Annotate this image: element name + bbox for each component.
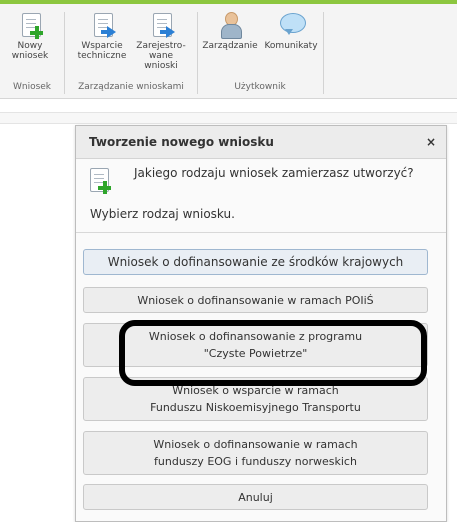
user-management-button[interactable]: Zarządzanie bbox=[200, 12, 260, 51]
messages-label: Komunikaty bbox=[264, 41, 318, 51]
cancel-button[interactable]: Anuluj bbox=[83, 484, 428, 510]
dialog-question: Jakiego rodzaju wniosek zamierzasz utwor… bbox=[134, 166, 414, 180]
option-label-line1: Wniosek o dofinansowanie z programu bbox=[148, 330, 363, 343]
option-low-emission-transport-button[interactable]: Wniosek o wsparcie w ramach Funduszu Nis… bbox=[83, 377, 428, 421]
new-application-dialog: Tworzenie nowego wniosku × Jakiego rodza… bbox=[75, 125, 447, 522]
group-label-management: Zarządzanie wnioskami bbox=[78, 82, 184, 92]
group-label-wniosek: Wniosek bbox=[12, 82, 52, 92]
registered-applications-button[interactable]: Zarejestro-wane wnioski bbox=[136, 12, 186, 71]
ribbon-divider bbox=[323, 12, 324, 94]
dialog-instruction: Wybierz rodzaj wniosku. bbox=[90, 207, 235, 221]
group-label-user: Użytkownik bbox=[234, 82, 286, 92]
close-icon[interactable]: × bbox=[426, 135, 436, 149]
ribbon-divider bbox=[64, 12, 65, 94]
option-clean-air-button[interactable]: Wniosek o dofinansowanie z programu "Czy… bbox=[83, 323, 428, 367]
new-application-label: Nowy wniosek bbox=[11, 41, 49, 61]
option-label-line2: funduszy EOG i funduszy norweskich bbox=[154, 455, 357, 468]
option-national-funds-button[interactable]: Wniosek o dofinansowanie ze środków kraj… bbox=[83, 249, 428, 275]
speech-bubble-icon bbox=[280, 12, 306, 38]
new-document-icon bbox=[19, 12, 43, 39]
document-arrow-icon bbox=[91, 12, 116, 38]
cancel-label: Anuluj bbox=[238, 490, 273, 504]
option-label-line2: "Czyste Powietrze" bbox=[203, 347, 308, 360]
messages-button[interactable]: Komunikaty bbox=[262, 12, 320, 51]
option-label-line1: Wniosek o wsparcie w ramach bbox=[172, 384, 339, 397]
option-label: Wniosek o dofinansowanie w ramach POIiŚ bbox=[137, 293, 374, 307]
user-icon bbox=[219, 12, 242, 39]
dialog-divider bbox=[76, 232, 446, 233]
ribbon-toolbar: Nowy wniosek Wniosek Wsparcie techniczne… bbox=[0, 4, 457, 99]
option-eea-norway-funds-button[interactable]: Wniosek o dofinansowanie w ramach fundus… bbox=[83, 431, 428, 475]
dialog-title: Tworzenie nowego wniosku bbox=[89, 135, 274, 149]
user-management-label: Zarządzanie bbox=[202, 41, 258, 51]
option-label-line1: Wniosek o dofinansowanie w ramach bbox=[153, 438, 358, 451]
registered-applications-label: Zarejestro-wane wnioski bbox=[136, 41, 186, 71]
new-document-icon bbox=[90, 168, 112, 196]
option-label: Wniosek o dofinansowanie ze środków kraj… bbox=[107, 254, 404, 269]
tech-support-button[interactable]: Wsparcie techniczne bbox=[74, 12, 130, 61]
new-application-button[interactable]: Nowy wniosek bbox=[10, 12, 50, 61]
option-poiis-button[interactable]: Wniosek o dofinansowanie w ramach POIiŚ bbox=[83, 287, 428, 313]
dialog-header: Tworzenie nowego wniosku × bbox=[76, 126, 446, 159]
document-arrow-icon bbox=[150, 12, 175, 38]
option-label-line2: Funduszu Niskoemisyjnego Transportu bbox=[150, 401, 361, 414]
tech-support-label: Wsparcie techniczne bbox=[77, 41, 127, 61]
content-band bbox=[0, 112, 457, 124]
